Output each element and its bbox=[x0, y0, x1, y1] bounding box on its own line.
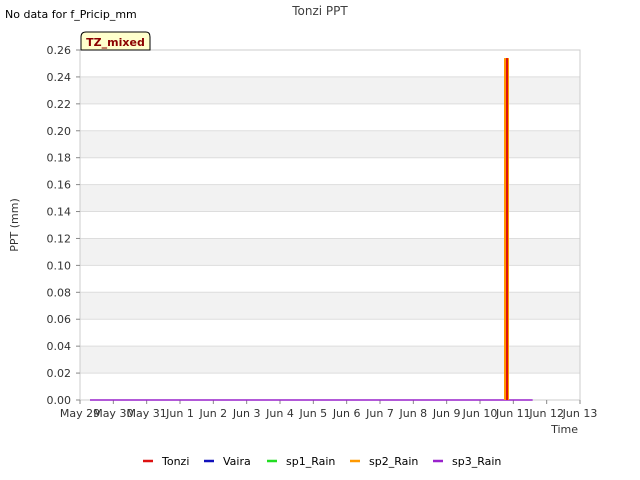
legend-label-Tonzi: Tonzi bbox=[161, 455, 189, 468]
x-tick-label: Jun 11 bbox=[495, 407, 531, 420]
x-tick-label: Jun 1 bbox=[165, 407, 194, 420]
y-tick-label: 0.00 bbox=[47, 394, 72, 407]
y-tick-label: 0.08 bbox=[47, 286, 72, 299]
x-tick-label: Jun 8 bbox=[398, 407, 427, 420]
x-tick-label: Jun 12 bbox=[528, 407, 564, 420]
legend-label-sp3_Rain: sp3_Rain bbox=[452, 455, 501, 468]
tag-label: TZ_mixed bbox=[86, 36, 145, 49]
tag-badge: TZ_mixed bbox=[80, 31, 151, 51]
x-tick-label: Jun 6 bbox=[332, 407, 361, 420]
y-axis-label: PPT (mm) bbox=[8, 198, 21, 252]
y-tick-label: 0.20 bbox=[47, 125, 72, 138]
x-axis-label: Time bbox=[550, 423, 578, 436]
x-tick-label: Jun 13 bbox=[562, 407, 598, 420]
x-tick-label: Jun 5 bbox=[298, 407, 327, 420]
y-tick-label: 0.02 bbox=[47, 367, 72, 380]
x-tick-label: Jun 7 bbox=[365, 407, 394, 420]
x-axis-ticks: May 29May 30May 31 Jun 1 Jun 2 Jun 3 Jun 4 Ju… bbox=[60, 400, 597, 420]
legend: Tonzi Vaira sp1_Rain sp2_Rain sp3_Rain bbox=[143, 455, 501, 468]
x-tick-label: Jun 2 bbox=[198, 407, 227, 420]
x-tick-label: Jun 10 bbox=[462, 407, 498, 420]
y-tick-label: 0.12 bbox=[47, 232, 72, 245]
chart-title: Tonzi PPT bbox=[291, 4, 348, 18]
y-tick-label: 0.16 bbox=[47, 179, 72, 192]
y-tick-label: 0.10 bbox=[47, 259, 72, 272]
legend-label-sp1_Rain: sp1_Rain bbox=[286, 455, 335, 468]
chart-svg: 0.00 0.02 0.04 0.06 0.08 0.10 0.12 0.14 0.16 0.18… bbox=[8, 4, 597, 468]
y-axis-ticks: 0.00 0.02 0.04 0.06 0.08 0.10 0.12 0.14 0.16 0.18… bbox=[47, 44, 80, 407]
y-tick-label: 0.24 bbox=[47, 71, 72, 84]
x-tick-label: May 31 bbox=[127, 407, 167, 420]
y-tick-label: 0.04 bbox=[47, 340, 72, 353]
legend-label-sp2_Rain: sp2_Rain bbox=[369, 455, 418, 468]
legend-label-Vaira: Vaira bbox=[223, 455, 251, 468]
y-tick-label: 0.14 bbox=[47, 206, 72, 219]
y-tick-label: 0.18 bbox=[47, 152, 72, 165]
x-tick-label: Jun 3 bbox=[232, 407, 261, 420]
y-tick-label: 0.22 bbox=[47, 98, 72, 111]
y-tick-label: 0.06 bbox=[47, 313, 72, 326]
y-tick-label: 0.26 bbox=[47, 44, 72, 57]
x-tick-label: Jun 9 bbox=[432, 407, 461, 420]
x-tick-label: Jun 4 bbox=[265, 407, 294, 420]
bar-Tonzi bbox=[506, 58, 508, 400]
